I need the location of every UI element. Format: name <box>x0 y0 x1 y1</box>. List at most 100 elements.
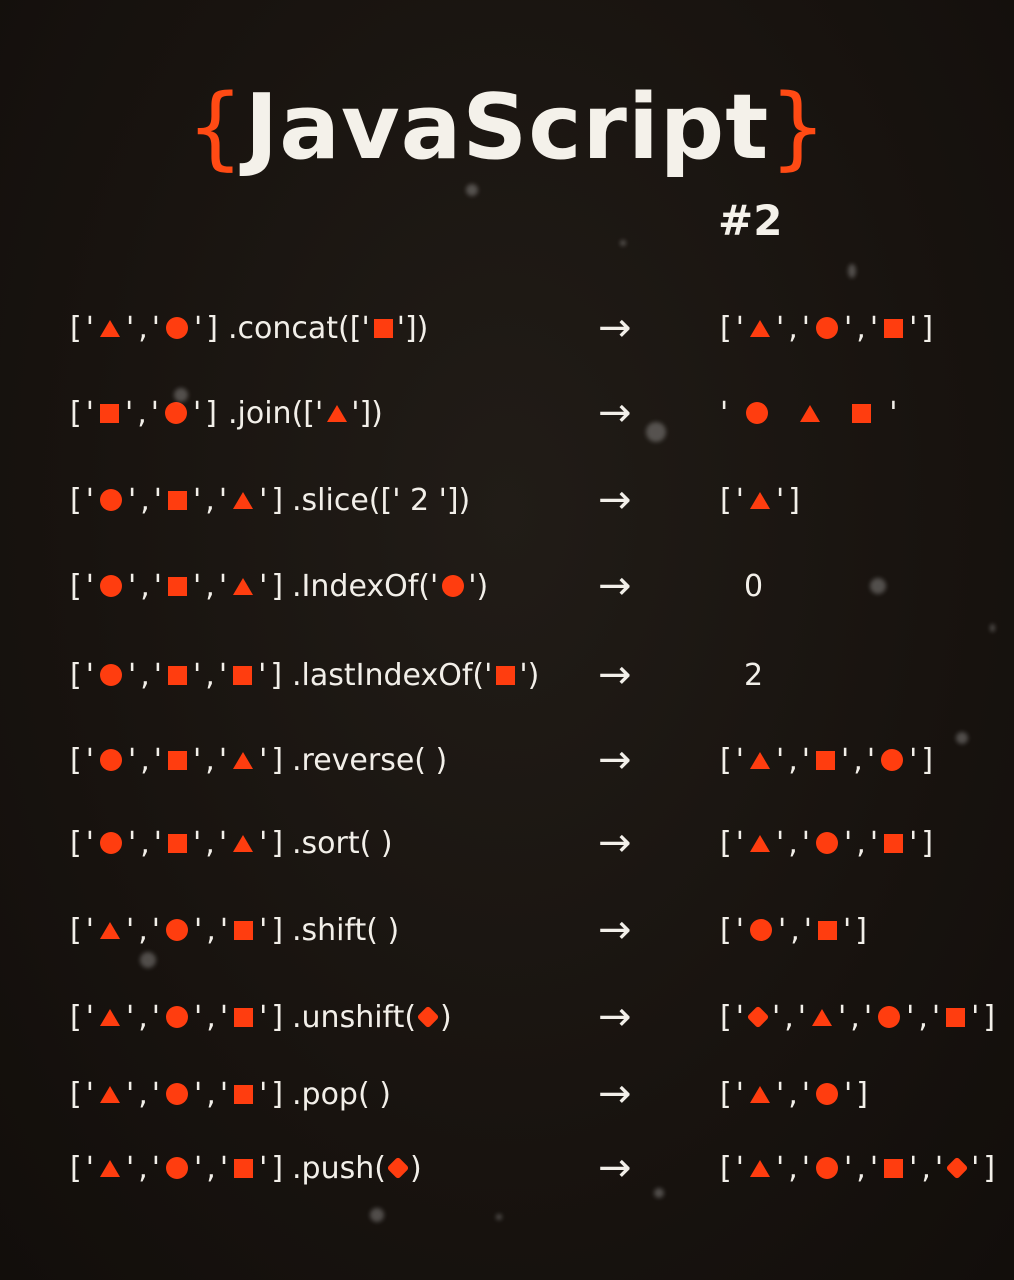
square-icon <box>884 833 904 853</box>
bokeh-dot <box>654 1188 664 1198</box>
arrow-icon: → <box>598 994 632 1040</box>
result: [' ', ' ', ' '] <box>718 813 935 873</box>
input-array: [' ', ' ', ' '] <box>68 645 284 705</box>
square-icon <box>234 1007 254 1027</box>
bracket-close: ] <box>271 1076 284 1112</box>
bokeh-dot <box>870 578 886 594</box>
quote: ' <box>151 1076 161 1112</box>
quote: ' <box>259 825 268 861</box>
quote: ' <box>869 1150 879 1186</box>
triangle-icon <box>99 921 120 939</box>
circle-icon <box>166 317 189 339</box>
method-name: .lastIndexOf(' <box>292 657 493 693</box>
bracket-open: [ <box>720 999 732 1035</box>
diamond-icon <box>416 1005 440 1029</box>
comma: , <box>137 395 147 431</box>
input-array: [' ', ' ', ' '] <box>68 813 285 873</box>
result: [' ', ' ', ' '] <box>718 298 935 358</box>
comma: , <box>853 742 863 778</box>
quote: ' <box>735 742 744 778</box>
comma: , <box>206 1150 216 1186</box>
circle-icon <box>99 489 122 511</box>
quote: ' <box>125 1150 135 1186</box>
bracket-open: [ <box>720 310 732 346</box>
square-icon <box>234 1084 254 1104</box>
circle-icon <box>816 1083 839 1105</box>
episode-number: #2 <box>718 196 783 245</box>
circle-icon <box>816 1157 839 1179</box>
comma: , <box>205 825 215 861</box>
square-icon <box>884 318 904 338</box>
quote: ' <box>127 482 137 518</box>
quote: ' <box>775 482 785 518</box>
quote: ' <box>127 568 137 604</box>
quote: ' <box>258 657 267 693</box>
quote: ' <box>720 395 729 431</box>
quote: ' <box>801 1150 811 1186</box>
bracket-close: ] <box>271 742 284 778</box>
comma: , <box>921 1150 931 1186</box>
quote: ' <box>85 395 94 431</box>
bracket-close: ] <box>983 999 996 1035</box>
result-value: 2 <box>744 657 764 693</box>
quote: ' <box>909 825 918 861</box>
circle-icon <box>749 919 772 941</box>
quote: ' <box>259 742 268 778</box>
triangle-icon <box>749 319 770 337</box>
circle-icon <box>166 1083 189 1105</box>
method-row: [' ', ' ', ' '] .unshift( ) →[' ', ' ', ' ', ' '] <box>0 987 1014 1047</box>
quote: ' <box>153 742 163 778</box>
quote: ' <box>125 1076 135 1112</box>
bracket-open: [ <box>720 1076 732 1112</box>
bokeh-dot <box>140 952 156 968</box>
quote: ' <box>771 999 781 1035</box>
method-name: .IndexOf(' <box>292 568 439 604</box>
diamond-icon <box>386 1156 410 1180</box>
quote: ' <box>193 395 202 431</box>
quote: ' <box>775 825 785 861</box>
arrow-icon: → <box>598 390 632 436</box>
triangle-icon <box>812 1008 833 1026</box>
quote: ' <box>863 999 873 1035</box>
bracket-open: [ <box>70 1076 82 1112</box>
quote: ' <box>127 742 137 778</box>
square-icon <box>168 665 188 685</box>
quote: ' <box>844 1150 853 1186</box>
bracket-open: [ <box>70 999 82 1035</box>
quote: ' <box>127 825 137 861</box>
comma: , <box>140 657 150 693</box>
bracket-close: ] <box>788 482 800 518</box>
quote: ' <box>735 482 744 518</box>
comma: , <box>788 742 798 778</box>
input-array: [' ', ' ', ' '] <box>68 470 285 530</box>
comma: , <box>138 1076 148 1112</box>
result: ' ' <box>718 383 900 443</box>
quote: ' <box>775 1076 785 1112</box>
quote: ' <box>151 912 161 948</box>
method-row: [' ', ' '] .join([' ']) → ' ' <box>0 383 1014 443</box>
bracket-close: ] <box>271 999 284 1035</box>
quote: ' <box>869 310 879 346</box>
quote: ' <box>193 657 202 693</box>
quote: ' <box>909 742 918 778</box>
quote: ' <box>194 1150 203 1186</box>
quote: ' <box>259 912 268 948</box>
method-row: [' ', ' ', ' '] .reverse( ) →[' ', ' ', ' '] <box>0 730 1014 790</box>
method-name: .concat([' <box>228 310 370 346</box>
square-icon <box>168 750 188 770</box>
quote: ' <box>803 912 813 948</box>
method-call: .concat([' ']) <box>228 298 428 358</box>
quote: ' <box>219 912 229 948</box>
title-text: JavaScript <box>244 75 770 180</box>
result: 2 <box>718 645 771 705</box>
arrow-icon: → <box>598 907 632 953</box>
arrow-icon: → <box>598 737 632 783</box>
quote: ' <box>85 742 94 778</box>
comma: , <box>918 999 928 1035</box>
method-row: [' ', ' ', ' '] .slice([' 2 ']) →[' '] <box>0 470 1014 530</box>
bracket-close: ] <box>983 1150 996 1186</box>
method-name: .slice([' 2 ']) <box>292 482 471 518</box>
quote: ' <box>909 310 918 346</box>
triangle-icon <box>99 1159 120 1177</box>
circle-icon <box>816 832 839 854</box>
